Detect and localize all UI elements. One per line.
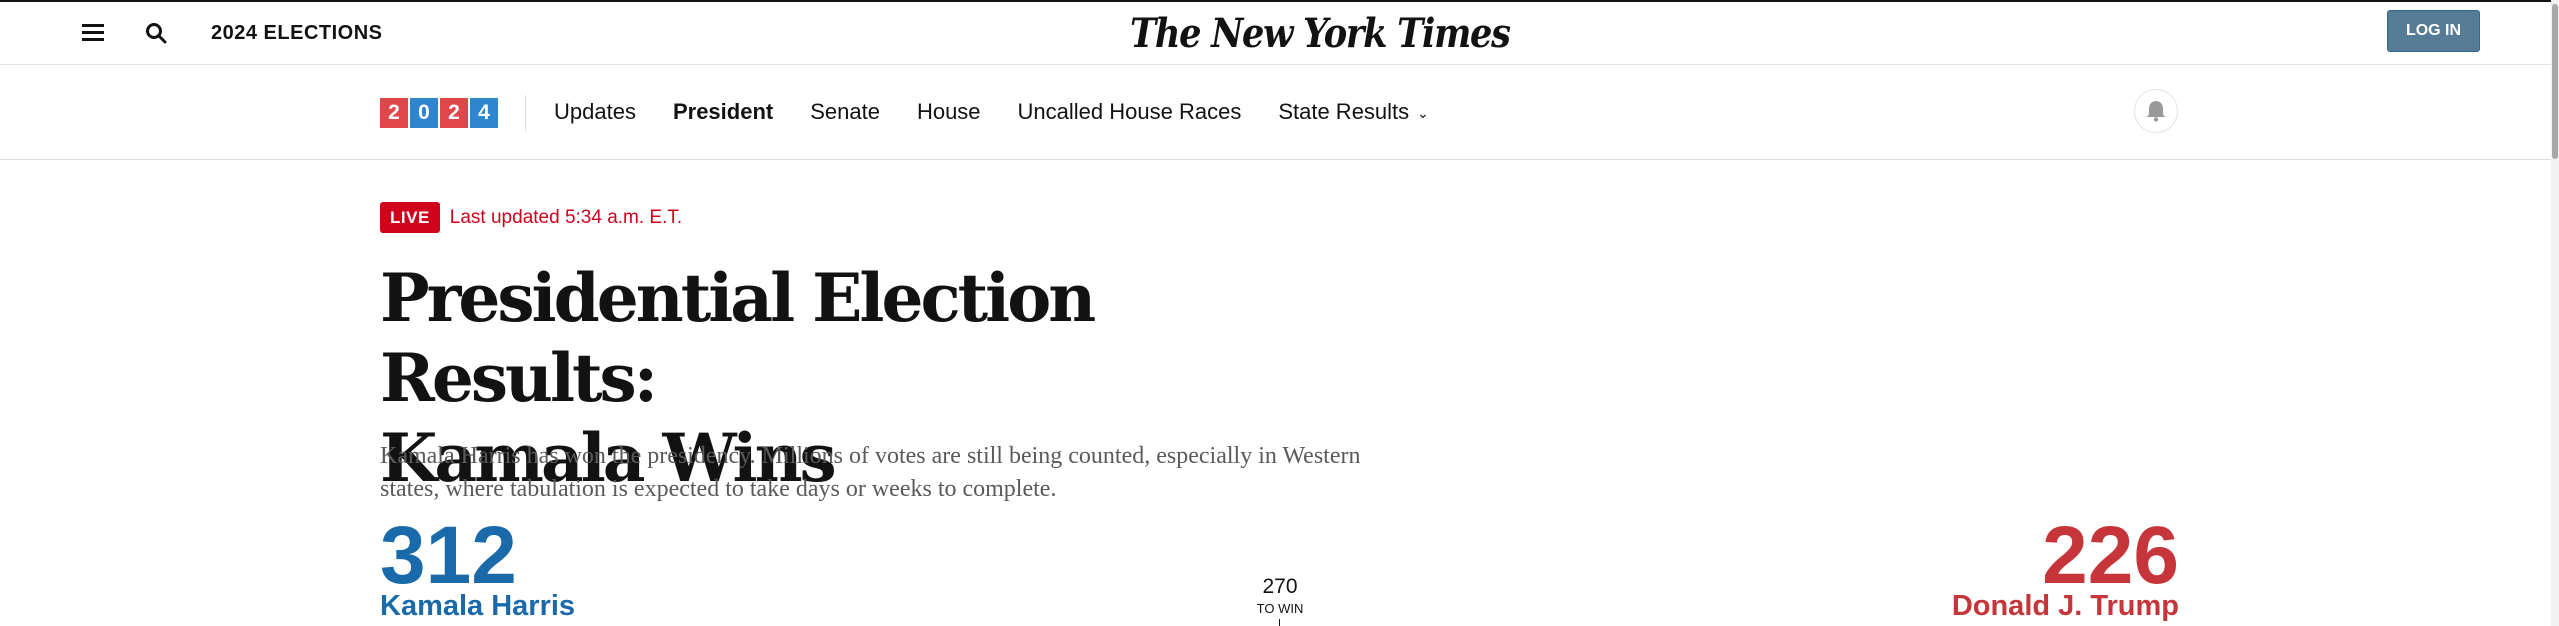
trump-name: Donald J. Trump bbox=[1951, 590, 2179, 622]
scrollbar[interactable] bbox=[2551, 0, 2559, 626]
year-digit: 4 bbox=[470, 98, 498, 128]
to-win-number: 270 bbox=[1262, 575, 1298, 598]
nav-divider bbox=[525, 95, 526, 131]
year-digit: 2 bbox=[380, 98, 408, 128]
bell-icon bbox=[2147, 101, 2165, 122]
top-bar: 2024 ELECTIONS The New York Times LOG IN bbox=[0, 0, 2551, 65]
year-digit: 0 bbox=[410, 98, 438, 128]
to-win-label: TO WIN bbox=[1256, 601, 1304, 616]
trump-electoral-votes: 226 bbox=[2042, 510, 2179, 601]
live-status-row: LIVE Last updated 5:34 a.m. E.T. bbox=[380, 202, 682, 233]
headline-line-1: Presidential Election Results: bbox=[380, 259, 1096, 417]
year-2024-logo[interactable]: 2 0 2 4 bbox=[380, 98, 498, 128]
nav-link-house[interactable]: House bbox=[917, 99, 981, 125]
notification-bell-button[interactable] bbox=[2134, 89, 2178, 133]
nav-links: Updates President Senate House Uncalled … bbox=[554, 99, 1429, 125]
last-updated-text: Last updated 5:34 a.m. E.T. bbox=[449, 206, 683, 228]
section-title-link[interactable]: 2024 ELECTIONS bbox=[211, 22, 383, 45]
harris-electoral-votes: 312 bbox=[380, 510, 517, 601]
harris-name: Kamala Harris bbox=[380, 590, 576, 622]
year-digit: 2 bbox=[440, 98, 468, 128]
live-badge: LIVE bbox=[380, 202, 440, 233]
to-win-marker bbox=[1279, 619, 1280, 626]
nav-link-senate[interactable]: Senate bbox=[810, 99, 880, 125]
chevron-down-icon: ⌄ bbox=[1417, 104, 1429, 121]
login-button[interactable]: LOG IN bbox=[2387, 10, 2480, 52]
article-summary: Kamala Harris has won the presidency. Mi… bbox=[380, 443, 1361, 502]
nyt-logo[interactable]: The New York Times bbox=[1130, 10, 1511, 57]
election-subnav: 2 0 2 4 Updates President Senate House U… bbox=[0, 65, 2551, 160]
scrollbar-thumb[interactable] bbox=[2552, 4, 2558, 159]
nav-link-state-results-label: State Results bbox=[1278, 99, 1410, 124]
search-icon[interactable] bbox=[144, 21, 170, 47]
nav-link-state-results[interactable]: State Results ⌄ bbox=[1278, 99, 1429, 125]
nav-link-uncalled-house-races[interactable]: Uncalled House Races bbox=[1018, 99, 1242, 125]
nav-link-president[interactable]: President bbox=[673, 99, 773, 125]
nav-link-updates[interactable]: Updates bbox=[554, 99, 636, 125]
menu-icon[interactable] bbox=[82, 24, 104, 42]
